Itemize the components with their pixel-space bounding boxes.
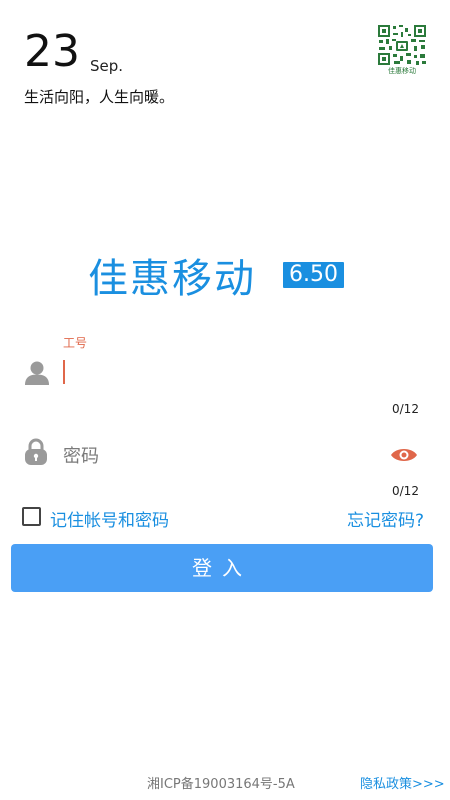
date-day: 23 <box>24 26 80 77</box>
password-input[interactable]: 密码 <box>63 442 99 468</box>
eye-icon[interactable] <box>390 446 418 464</box>
remember-label[interactable]: 记住帐号和密码 <box>50 506 169 531</box>
login-button[interactable]: 登入 <box>11 544 433 592</box>
remember-checkbox[interactable] <box>22 507 41 526</box>
password-counter: 0/12 <box>392 484 419 498</box>
app-name: 佳惠移动 <box>88 256 256 302</box>
version-badge: 6.50 <box>283 262 344 288</box>
qr-caption: 佳惠移动 <box>388 67 416 75</box>
user-icon <box>24 360 50 386</box>
motto-text: 生活向阳，人生向暖。 <box>24 88 175 106</box>
privacy-link[interactable]: 隐私政策>>> <box>360 773 445 792</box>
username-counter: 0/12 <box>392 402 419 416</box>
forgot-password-link[interactable]: 忘记密码? <box>347 506 424 531</box>
lock-icon <box>24 438 48 466</box>
username-input[interactable] <box>63 360 65 384</box>
icp-text: 湘ICP备19003164号-5A <box>147 777 295 792</box>
username-label: 工号 <box>63 336 88 350</box>
date-month: Sep. <box>90 57 124 75</box>
